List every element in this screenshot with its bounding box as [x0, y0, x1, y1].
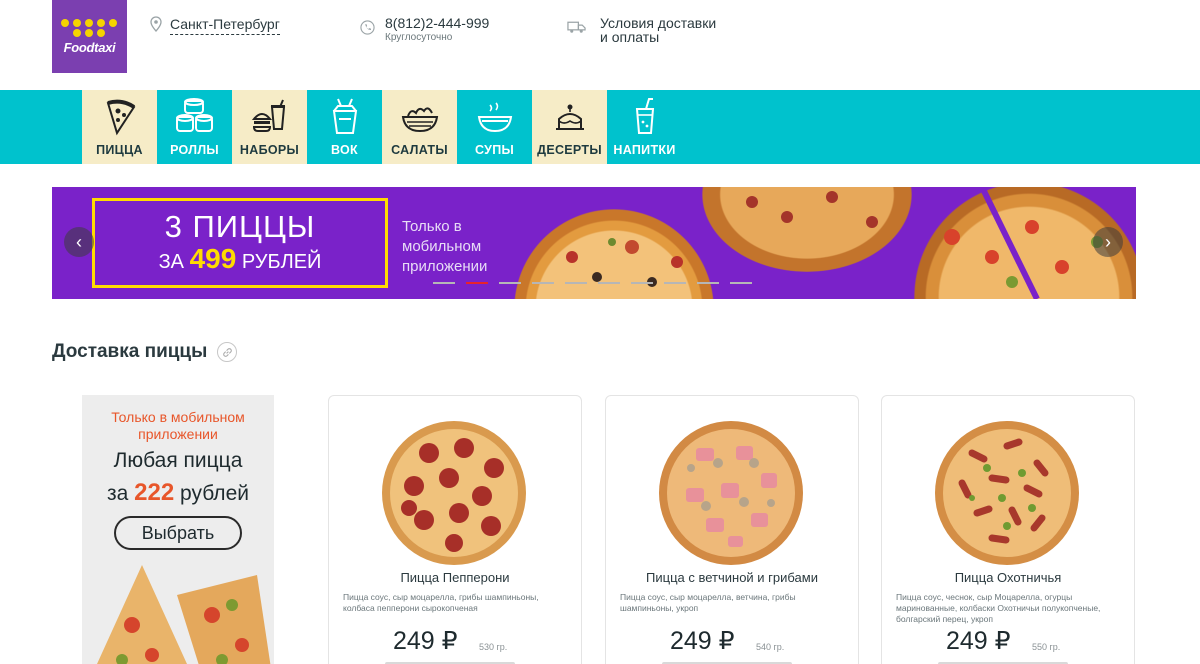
nav-item-desserts[interactable]: ДЕСЕРТЫ	[532, 90, 607, 164]
pizza-hunter-image	[935, 421, 1079, 565]
nav-label-desserts: ДЕСЕРТЫ	[537, 143, 602, 157]
nav-item-wok[interactable]: ВОК	[307, 90, 382, 164]
product-name[interactable]: Пицца Охотничья	[882, 570, 1134, 585]
product-price: 249 ₽	[946, 627, 1011, 655]
side-promo-card[interactable]: Только в мобильном приложении Любая пицц…	[82, 395, 274, 664]
banner-prev-arrow[interactable]: ‹	[64, 227, 94, 257]
dessert-cake-icon	[555, 104, 584, 130]
nav-item-rolls[interactable]: РОЛЛЫ	[157, 90, 232, 164]
product-description: Пицца соус, сыр моцарелла, ветчина, гриб…	[620, 592, 796, 613]
pizza-slice-icon	[106, 99, 135, 136]
side-promo-suffix: рублей	[180, 482, 249, 505]
product-name[interactable]: Пицца с ветчиной и грибами	[606, 570, 858, 585]
product-card[interactable]: Пицца с ветчиной и грибами Пицца соус, с…	[605, 395, 859, 664]
nav-label-rolls: РОЛЛЫ	[170, 143, 219, 157]
nav-label-drinks: НАПИТКИ	[613, 143, 676, 157]
pizza-pepperoni-image	[382, 421, 526, 565]
banner-slide-dot[interactable]	[565, 282, 587, 284]
nav-label-wok: ВОК	[331, 143, 358, 157]
nav-label-salads: САЛАТЫ	[391, 143, 448, 157]
product-description: Пицца соус, чеснок, сыр Моцарелла, огурц…	[896, 592, 1101, 624]
banner-slide-dots	[433, 282, 752, 284]
banner-slide-dot[interactable]	[433, 282, 455, 284]
side-promo-price: 222	[134, 479, 175, 506]
side-promo-line2: за 222 рублей	[82, 479, 274, 508]
banner-slide-dot[interactable]	[730, 282, 752, 284]
link-icon[interactable]	[217, 342, 238, 362]
nav-label-pizza: ПИЦЦА	[96, 143, 143, 157]
phone-hours: Круглосуточно	[385, 32, 453, 43]
section-title-text: Доставка пиццы	[52, 341, 208, 362]
city-label[interactable]: Санкт-Петербург	[170, 16, 280, 35]
product-weight: 530 гр.	[479, 642, 508, 652]
phone-block: 8(812)2-444-999 Круглосуточно	[360, 15, 489, 43]
delivery-terms-label[interactable]: Условия доставки и оплаты	[600, 16, 730, 44]
city-selector[interactable]: Санкт-Петербург	[150, 16, 280, 35]
delivery-terms-line1: Условия доставки	[600, 15, 717, 31]
product-weight: 550 гр.	[1032, 642, 1061, 652]
banner-slide-dot[interactable]	[598, 282, 620, 284]
nav-item-sets[interactable]: НАБОРЫ	[232, 90, 307, 164]
phone-icon	[360, 20, 375, 35]
logo-text: Foodtaxi	[63, 39, 116, 55]
section-title: Доставка пиццы	[52, 341, 238, 363]
site-header: Foodtaxi Санкт-Петербург 8(812)2-444-999…	[0, 0, 1200, 90]
banner-slide-dot[interactable]	[499, 282, 521, 284]
phone-number[interactable]: 8(812)2-444-999	[385, 15, 489, 31]
banner-slide-dot[interactable]	[697, 282, 719, 284]
pizza-ham-mushroom-image	[659, 421, 803, 565]
wok-box-icon	[332, 98, 357, 134]
drink-cup-icon	[635, 98, 654, 134]
product-card[interactable]: Пицца Пепперони Пицца соус, сыр моцарелл…	[328, 395, 582, 664]
banner-slide-dot[interactable]	[664, 282, 686, 284]
nav-item-soups[interactable]: СУПЫ	[457, 90, 532, 164]
nav-label-soups: СУПЫ	[474, 143, 515, 157]
delivery-terms-link[interactable]: Условия доставки и оплаты	[567, 16, 730, 44]
banner-next-arrow[interactable]: ›	[1093, 227, 1123, 257]
combo-set-icon	[251, 99, 285, 132]
nav-item-salads[interactable]: САЛАТЫ	[382, 90, 457, 164]
side-promo-line1: Любая пицца	[113, 449, 243, 472]
product-price: 249 ₽	[670, 627, 735, 655]
nav-item-drinks[interactable]: НАПИТКИ	[607, 90, 682, 164]
product-name[interactable]: Пицца Пепперони	[329, 570, 581, 585]
product-card[interactable]: Пицца Охотничья Пицца соус, чеснок, сыр …	[881, 395, 1135, 664]
salad-bowl-icon	[401, 107, 438, 133]
truck-icon	[567, 21, 586, 33]
sushi-rolls-icon	[175, 98, 213, 132]
nav-item-pizza[interactable]: ПИЦЦА	[82, 90, 157, 164]
choose-button[interactable]: Выбрать	[114, 516, 242, 550]
product-price: 249 ₽	[393, 627, 458, 655]
product-description: Пицца соус, сыр моцарелла, грибы шампинь…	[343, 592, 539, 613]
side-promo-subtitle: Только в мобильном приложении	[111, 409, 245, 442]
banner-slide-dot[interactable]	[466, 282, 488, 284]
banner-slide-dot[interactable]	[631, 282, 653, 284]
category-nav: ПИЦЦА РОЛЛЫ НАБОРЫ ВОК САЛАТЫ СУПЫ ДЕСЕР…	[0, 90, 1200, 164]
nav-label-sets: НАБОРЫ	[239, 143, 300, 157]
product-weight: 540 гр.	[756, 642, 785, 652]
location-pin-icon	[150, 16, 162, 32]
logo-dots	[61, 18, 118, 37]
banner-slide-dot[interactable]	[532, 282, 554, 284]
side-promo-prefix: за	[107, 482, 129, 505]
logo[interactable]: Foodtaxi	[52, 0, 127, 73]
soup-bowl-icon	[477, 102, 512, 133]
delivery-terms-line2: и оплаты	[600, 29, 660, 45]
side-promo-pizza-image	[97, 565, 271, 664]
